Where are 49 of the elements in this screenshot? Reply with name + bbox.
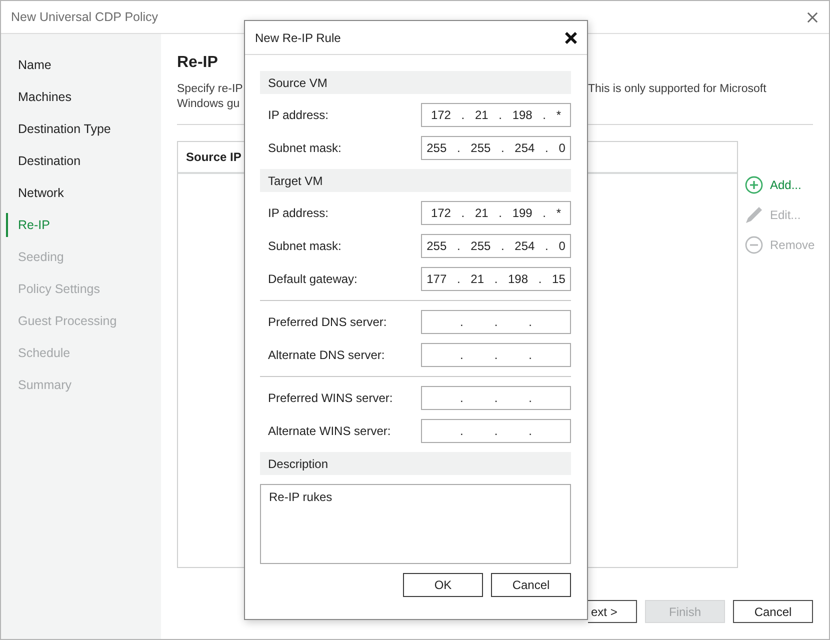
field-label: Preferred DNS server: bbox=[268, 315, 387, 329]
footer-button[interactable]: ext > bbox=[588, 600, 637, 623]
description-text: Windows gu bbox=[177, 97, 240, 112]
section-header: Source VM bbox=[260, 71, 571, 94]
field-label: Alternate DNS server: bbox=[268, 348, 385, 362]
ip-address-field[interactable]: 172 . 21 . 199 . * bbox=[421, 201, 571, 225]
wizard-step[interactable]: Machines bbox=[6, 85, 72, 109]
ip-address-field[interactable]: . . . bbox=[421, 310, 571, 334]
column-header: Source IP bbox=[186, 150, 242, 164]
field-label: Subnet mask: bbox=[268, 141, 342, 155]
wizard-step: Policy Settings bbox=[6, 277, 100, 301]
page-heading: Re-IP bbox=[177, 53, 218, 73]
ip-address-field[interactable]: . . . bbox=[421, 343, 571, 367]
wizard-step[interactable]: Re-IP bbox=[6, 213, 50, 237]
description-text: This is only supported for Microsoft bbox=[588, 82, 766, 97]
add-button[interactable]: Add... bbox=[745, 174, 815, 196]
window-title: New Universal CDP Policy bbox=[11, 10, 158, 24]
field-label: Alternate WINS server: bbox=[268, 424, 391, 438]
field-label: IP address: bbox=[268, 108, 328, 122]
wizard-step[interactable]: Network bbox=[6, 181, 64, 205]
field-label: Default gateway: bbox=[268, 272, 358, 286]
ip-address-field[interactable]: . . . bbox=[421, 419, 571, 443]
pencil-icon bbox=[745, 206, 763, 224]
wizard-step: Seeding bbox=[6, 245, 64, 269]
field-label: Subnet mask: bbox=[268, 239, 342, 253]
footer-button[interactable]: Cancel bbox=[733, 600, 813, 623]
dialog-button[interactable]: Cancel bbox=[491, 573, 571, 597]
section-header: Target VM bbox=[260, 169, 571, 192]
minus-circle-icon bbox=[745, 236, 763, 254]
ip-address-field[interactable]: . . . bbox=[421, 386, 571, 410]
wizard-step: Summary bbox=[6, 373, 72, 397]
description-text: Specify re-IP bbox=[177, 82, 243, 97]
wizard-step[interactable]: Destination Type bbox=[6, 117, 111, 141]
dialog-button[interactable]: OK bbox=[403, 573, 483, 597]
ip-address-field[interactable]: 255 . 255 . 254 . 0 bbox=[421, 234, 571, 258]
ip-address-field[interactable]: 255 . 255 . 254 . 0 bbox=[421, 136, 571, 160]
field-label: Preferred WINS server: bbox=[268, 391, 393, 405]
ip-address-field[interactable]: 172 . 21 . 198 . * bbox=[421, 103, 571, 127]
wizard-step[interactable]: Name bbox=[6, 53, 52, 77]
dialog-title: New Re-IP Rule bbox=[255, 30, 341, 44]
close-icon[interactable] bbox=[565, 32, 577, 44]
wizard-step: Schedule bbox=[6, 341, 70, 365]
wizard-step[interactable]: Destination bbox=[6, 149, 81, 173]
wizard-step: Guest Processing bbox=[6, 309, 117, 333]
field-label: IP address: bbox=[268, 206, 328, 220]
plus-circle-icon bbox=[745, 176, 763, 194]
ip-address-field[interactable]: 177 . 21 . 198 . 15 bbox=[421, 267, 571, 291]
description-field[interactable]: Re-IP rukes bbox=[260, 484, 571, 564]
section-header: Description bbox=[260, 452, 571, 475]
